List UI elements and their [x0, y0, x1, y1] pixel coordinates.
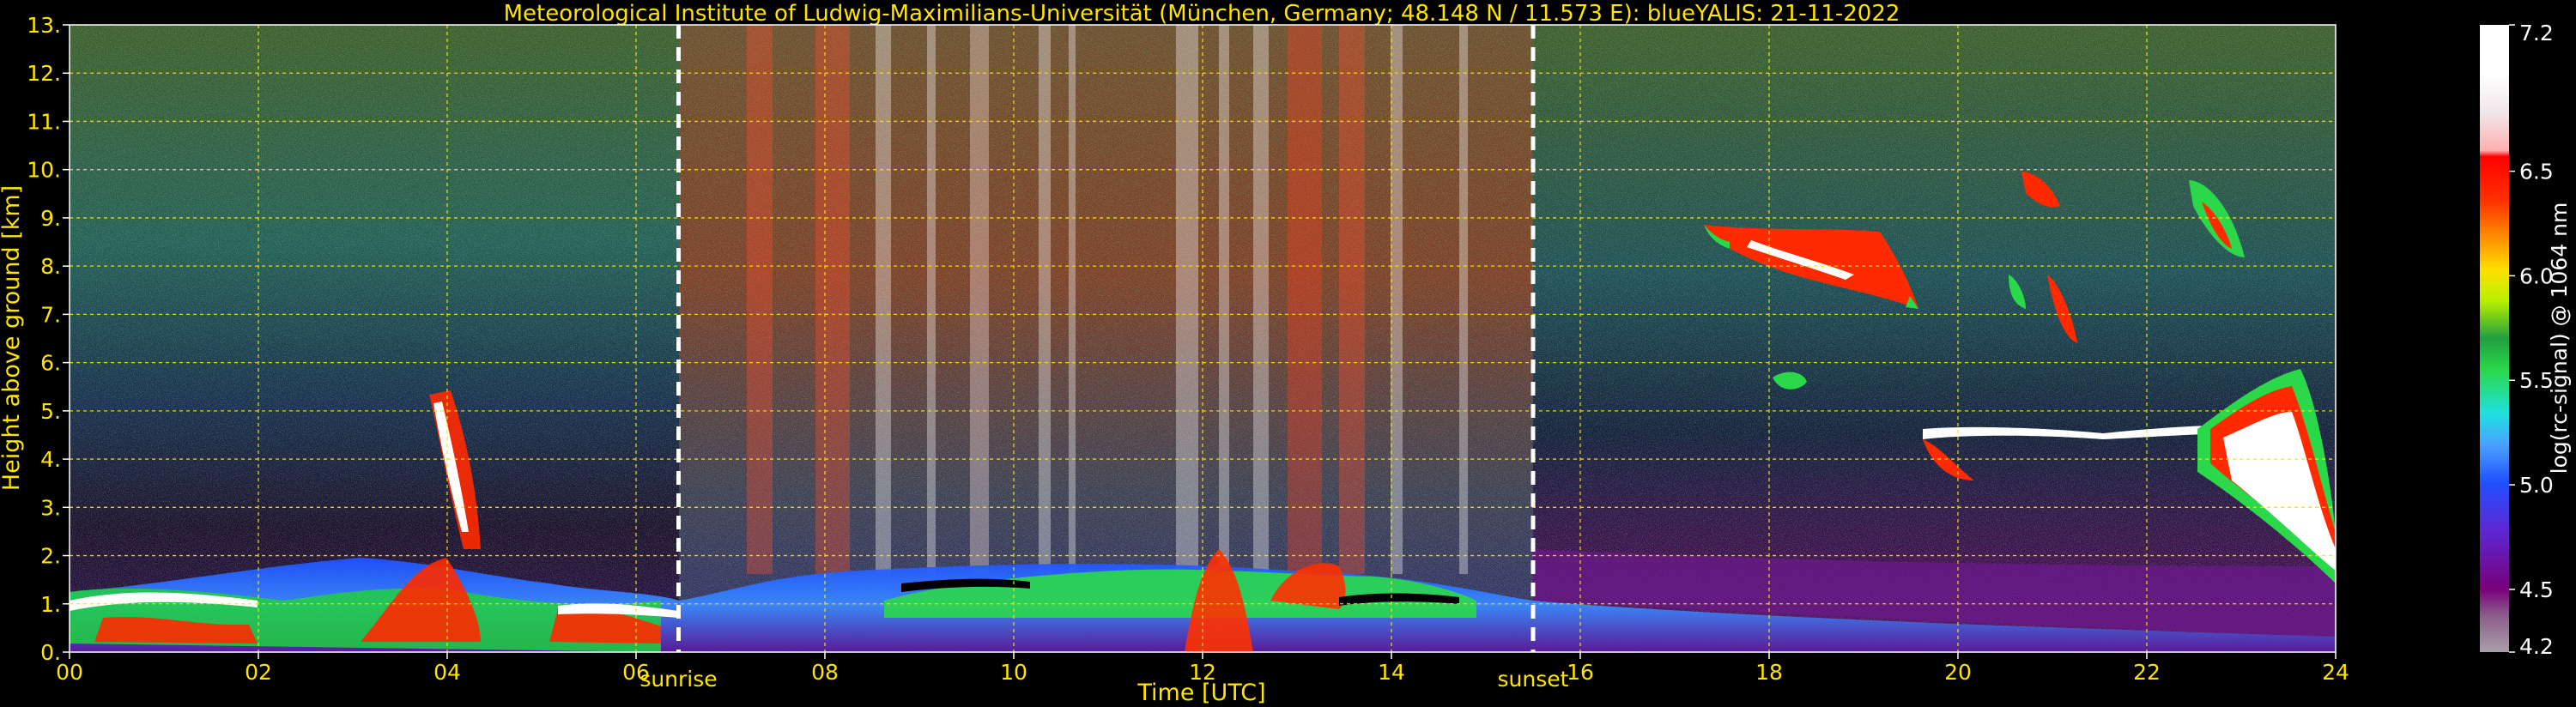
- noise-layer-color: [70, 25, 2336, 652]
- colorbar-label: log(rc-signal) @ 1064 nm: [2547, 202, 2572, 474]
- y-axis-label: Height above ground [km]: [0, 185, 25, 491]
- x-axis-label: Time [UTC]: [1136, 680, 1265, 706]
- y-tick-label: 1.: [40, 592, 61, 617]
- y-tick-label: 0.: [40, 640, 61, 665]
- y-tick-label: 4.: [40, 447, 61, 472]
- colorbar-tick-label: 5.0: [2519, 473, 2554, 498]
- x-tick-label: 08: [811, 660, 839, 685]
- x-tick-label: 24: [2322, 660, 2349, 685]
- y-axis: 0. 1. 2. 3. 4. 5. 6. 7. 8. 9. 10. 11. 12. 13.: [27, 13, 70, 665]
- y-tick-label: 11.: [27, 109, 61, 134]
- x-tick-label: 18: [1755, 660, 1783, 685]
- y-tick-label: 9.: [40, 206, 61, 231]
- x-tick-label: 20: [1944, 660, 1972, 685]
- sunrise-label: sunrise: [639, 667, 717, 692]
- colorbar-tick-label: 6.5: [2519, 160, 2554, 184]
- x-tick-label: 14: [1378, 660, 1405, 685]
- y-tick-label: 10.: [27, 158, 61, 183]
- x-tick-label: 04: [433, 660, 461, 685]
- y-tick-label: 8.: [40, 254, 61, 279]
- colorbar-gradient: [2480, 25, 2509, 652]
- colorbar-tick-label: 7.2: [2519, 21, 2554, 45]
- y-tick-label: 3.: [40, 495, 61, 520]
- lidar-chart: Meteorological Institute of Ludwig-Maxim…: [0, 1, 2572, 706]
- plot-area: [70, 25, 2336, 652]
- y-tick-label: 13.: [27, 13, 61, 38]
- y-tick-label: 5.: [40, 399, 61, 424]
- colorbar-tick-label: 4.2: [2519, 634, 2554, 659]
- colorbar-tick-label: 4.5: [2519, 577, 2554, 602]
- y-tick-label: 7.: [40, 302, 61, 327]
- x-tick-label: 22: [2133, 660, 2161, 685]
- x-tick-label: 10: [1000, 660, 1027, 685]
- x-tick-label: 02: [245, 660, 272, 685]
- y-tick-label: 2.: [40, 544, 61, 569]
- x-tick-label: 16: [1567, 660, 1594, 685]
- x-tick-label: 06: [622, 660, 650, 685]
- y-tick-label: 6.: [40, 351, 61, 376]
- colorbar: 4.24.55.05.56.06.57.2 log(rc-signal) @ 1…: [2480, 21, 2572, 659]
- sunset-label: sunset: [1498, 667, 1569, 692]
- chart-title: Meteorological Institute of Ludwig-Maxim…: [504, 1, 1900, 27]
- y-tick-label: 12.: [27, 61, 61, 86]
